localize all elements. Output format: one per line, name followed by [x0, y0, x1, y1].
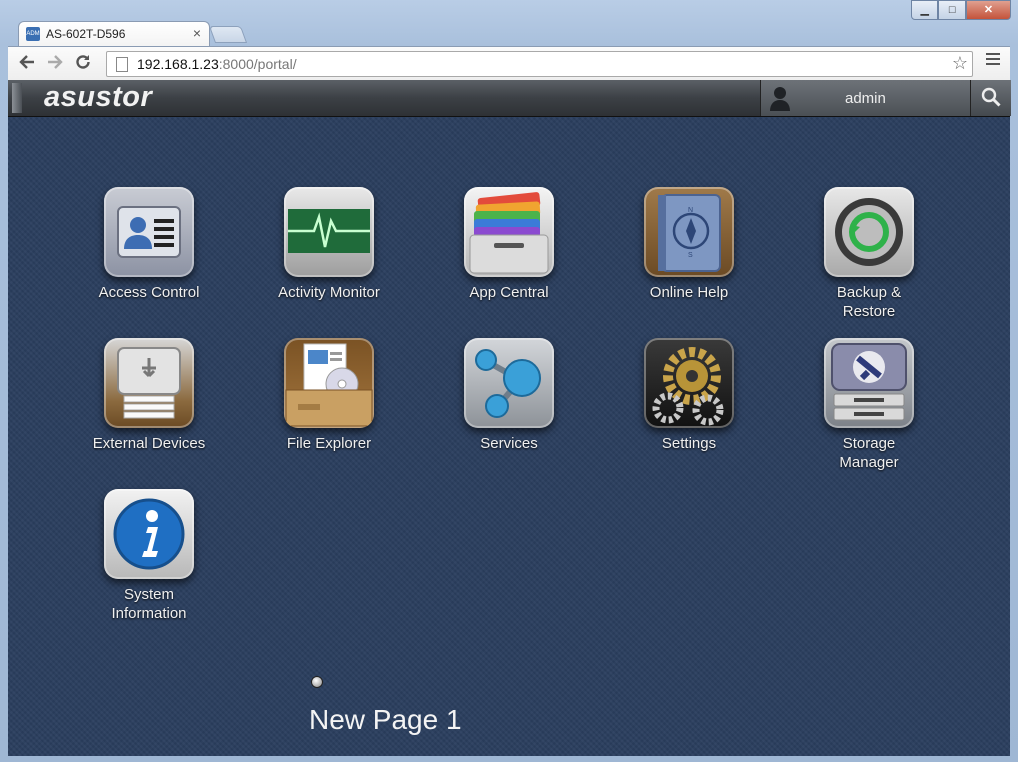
- address-bar[interactable]: 192.168.1.23:8000/portal/ ☆: [106, 51, 973, 77]
- app-label: Settings: [661, 435, 717, 452]
- window-controls: ▁ □ ✕: [911, 0, 1011, 20]
- app-label: Services: [480, 435, 538, 452]
- tab-title: AS-602T-D596: [46, 27, 126, 41]
- system-information-icon: [104, 489, 194, 579]
- app-central-icon: [464, 187, 554, 277]
- chrome-menu-icon[interactable]: [986, 53, 1000, 68]
- app-label: Activity Monitor: [278, 284, 380, 301]
- app-online-help[interactable]: N S Online Help: [609, 187, 769, 302]
- online-help-icon: N S: [644, 187, 734, 277]
- app-label: Backup & Restore: [836, 284, 902, 320]
- app-system-information[interactable]: System Information: [69, 489, 229, 623]
- adm-favicon-icon: ADM: [26, 27, 40, 41]
- user-name: admin: [845, 90, 886, 107]
- file-explorer-icon: [284, 338, 374, 428]
- app-label: File Explorer: [286, 435, 372, 452]
- page-name: New Page 1: [309, 704, 462, 735]
- storage-manager-icon: [824, 338, 914, 428]
- settings-icon: [644, 338, 734, 428]
- access-control-icon: [104, 187, 194, 277]
- portal-topbar: asustor admin: [8, 80, 1011, 117]
- app-services[interactable]: Services: [429, 338, 589, 453]
- back-arrow-icon[interactable]: [18, 53, 36, 74]
- app-external-devices[interactable]: External Devices: [69, 338, 229, 453]
- backup-restore-icon: [824, 187, 914, 277]
- svg-text:N: N: [688, 207, 693, 214]
- bookmark-star-icon[interactable]: ☆: [952, 53, 968, 74]
- search-icon: [981, 87, 1001, 107]
- activity-monitor-icon: [284, 187, 374, 277]
- search-button[interactable]: [970, 80, 1011, 116]
- app-label: System Information: [111, 586, 187, 622]
- close-window-button[interactable]: ✕: [965, 0, 1011, 20]
- app-label: Access Control: [98, 284, 200, 301]
- url-text: 192.168.1.23:8000/portal/: [137, 56, 297, 72]
- new-tab-button[interactable]: [208, 26, 248, 43]
- minimize-button[interactable]: ▁: [911, 0, 939, 20]
- tab-close-icon[interactable]: ×: [193, 25, 201, 41]
- browser-tab[interactable]: ADM AS-602T-D596 ×: [18, 21, 210, 47]
- app-label: Online Help: [649, 284, 729, 301]
- app-label: App Central: [469, 284, 549, 301]
- topbar-grip[interactable]: [12, 83, 22, 113]
- app-backup-restore[interactable]: Backup & Restore: [789, 187, 949, 321]
- services-icon: [464, 338, 554, 428]
- asustor-logo: asustor: [44, 81, 153, 113]
- app-storage-manager[interactable]: Storage Manager: [789, 338, 949, 472]
- app-file-explorer[interactable]: File Explorer: [249, 338, 409, 453]
- maximize-button[interactable]: □: [938, 0, 966, 20]
- page-icon: [116, 57, 128, 72]
- app-settings[interactable]: Settings: [609, 338, 769, 453]
- browser-window: ADM AS-602T-D596 × ▁ □ ✕ 192.168.1.23:80…: [0, 0, 1018, 762]
- portal-desktop: asustor admin Access Control Activity Mo…: [8, 80, 1011, 756]
- external-devices-icon: [104, 338, 194, 428]
- user-avatar-icon: [770, 87, 790, 111]
- browser-toolbar: 192.168.1.23:8000/portal/ ☆: [8, 46, 1010, 80]
- app-access-control[interactable]: Access Control: [69, 187, 229, 302]
- app-activity-monitor[interactable]: Activity Monitor: [249, 187, 409, 302]
- reload-icon[interactable]: [74, 53, 92, 74]
- app-app-central[interactable]: App Central: [429, 187, 589, 302]
- forward-arrow-icon[interactable]: [46, 53, 64, 74]
- app-label: Storage Manager: [839, 435, 899, 471]
- svg-text:S: S: [688, 252, 693, 259]
- app-label: External Devices: [92, 435, 206, 452]
- user-menu[interactable]: admin: [760, 80, 971, 116]
- page-indicator-dot[interactable]: [311, 676, 323, 688]
